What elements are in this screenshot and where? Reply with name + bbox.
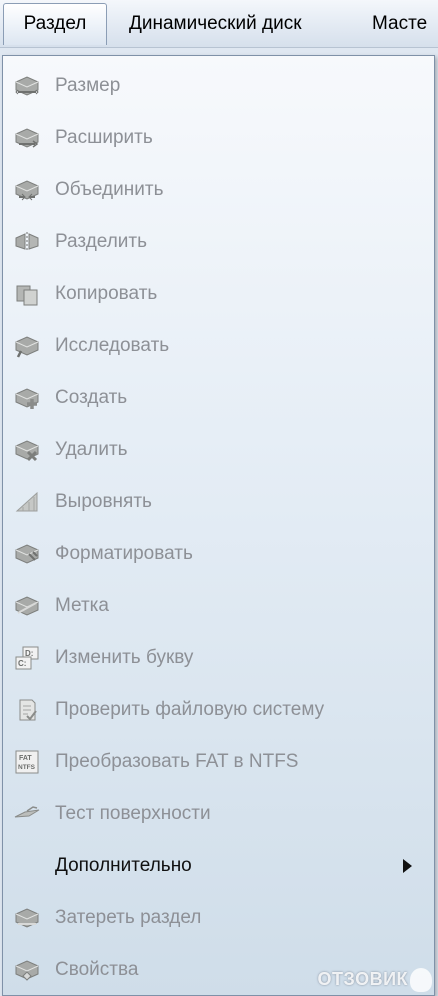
menu-item-extend[interactable]: Расширить [3,116,434,160]
disk-merge-icon [15,180,39,201]
menu-item-advanced[interactable]: Дополнительно [3,844,434,888]
menu-item-label: Дополнительно [55,855,192,876]
menu-item-create[interactable]: Создать [3,376,434,420]
menu-item-merge[interactable]: Объединить [3,168,434,212]
menu-item-label: Объединить [55,179,164,200]
menu-item-convert-fat-ntfs[interactable]: FAT NTFS Преобразовать FAT в NTFS [3,740,434,784]
svg-text:FAT: FAT [19,755,32,762]
menu-item-label: Метка [55,595,109,616]
menu-dynamic-disk[interactable]: Динамический диск [129,0,302,47]
submenu-arrow-icon [403,859,412,873]
disk-copy-icon [16,285,38,306]
disk-label-icon [15,596,39,616]
menu-item-label: Преобразовать FAT в NTFS [55,751,299,772]
menu-item-change-letter[interactable]: D: C: Изменить букву [3,636,434,680]
menu-item-label: Создать [55,387,128,408]
menu-item-label: Форматировать [55,543,193,564]
menu-item-resize[interactable]: Размер [3,64,434,108]
disk-format-icon [15,544,39,564]
disk-resize-icon [15,76,39,96]
menu-item-align[interactable]: Выровнять [3,480,434,524]
disk-wipe-icon [15,908,39,928]
watermark: ОТЗОВИК [318,968,432,992]
menu-razdel[interactable]: Раздел [3,3,107,45]
watermark-text: ОТЗОВИК [317,968,408,989]
surface-test-icon [14,806,40,818]
menu-item-surface-test[interactable]: Тест поверхности [3,792,434,836]
disk-properties-icon [15,960,39,981]
menu-item-format[interactable]: Форматировать [3,532,434,576]
svg-text:C:: C: [18,659,26,668]
disk-explore-icon [15,336,39,358]
menu-item-wipe[interactable]: Затереть раздел [3,896,434,940]
menu-item-label: Размер [55,75,121,96]
disk-create-icon [15,388,39,409]
menu-item-label: Изменить букву [55,647,194,668]
menu-item-split[interactable]: Разделить [3,220,434,264]
watermark-logo [410,968,432,992]
menu-item-explore[interactable]: Исследовать [3,324,434,368]
menu-item-copy[interactable]: Копировать [3,272,434,316]
menu-item-label: Выровнять [55,491,152,512]
disk-extend-icon [15,128,39,148]
fat-to-ntfs-icon: FAT NTFS [15,750,39,774]
menu-bar: Раздел Динамический диск Масте [0,0,438,48]
svg-text:NTFS: NTFS [18,764,36,771]
menu-item-label: Исследовать [55,335,170,356]
menu-item-delete[interactable]: Удалить [3,428,434,472]
menu-item-label: Копировать [55,283,158,304]
disk-delete-icon [15,440,39,462]
menu-item-check-filesystem[interactable]: Проверить файловую систему [3,688,434,732]
menu-item-label: Тест поверхности [55,803,211,824]
menu-item-label: Удалить [55,439,128,460]
menu-wizards[interactable]: Масте [372,0,427,47]
menu-item-label: Расширить [55,127,153,148]
menu-item-label: Свойства [55,959,139,980]
menu-item-label-volume[interactable]: Метка [3,584,434,628]
svg-text:D:: D: [25,649,33,658]
partition-dropdown-menu: Размер Расширить Объединить Разделить Ко… [2,55,435,996]
disk-split-icon [15,232,39,252]
align-icon [15,491,38,512]
check-filesystem-icon [19,699,37,721]
menu-item-label: Проверить файловую систему [55,699,325,720]
menu-item-label: Разделить [55,231,148,252]
menu-item-label: Затереть раздел [55,907,202,928]
drive-letter-icon: D: C: [15,646,39,670]
